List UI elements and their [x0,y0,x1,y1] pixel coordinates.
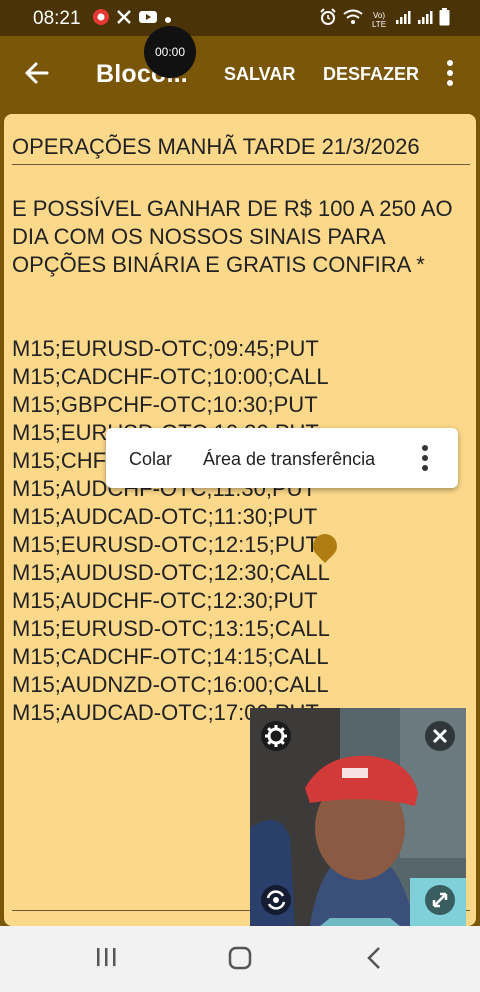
battery-icon [439,8,450,31]
signal-line[interactable]: M15;AUDCAD-OTC;11:30;PUT [12,504,317,530]
alarm-icon [319,8,337,31]
home-icon[interactable] [228,946,252,975]
undo-button[interactable]: DESFAZER [323,64,419,85]
note-intro-line[interactable]: OPÇÕES BINÁRIA E GRATIS CONFIRA * [12,252,425,278]
note-intro-line[interactable]: E POSSÍVEL GANHAR DE R$ 100 A 250 AO [12,196,453,222]
signal-line[interactable]: M15;GBPCHF-OTC;10:30;PUT [12,392,318,418]
signal-line[interactable]: M15;AUDUSD-OTC;12:30;CALL [12,560,330,586]
signal-line[interactable]: M15;EURUSD-OTC;13:15;CALL [12,616,330,642]
settings-gear-icon[interactable] [260,720,292,757]
note-intro-line[interactable]: DIA COM OS NOSSOS SINAIS PARA [12,224,386,250]
signal-line[interactable]: M15;EURUSD-OTC;12:15;PUT [12,532,319,558]
back-nav-icon[interactable] [366,946,382,975]
signal-icon [395,9,411,30]
menu-more-icon[interactable] [420,444,430,477]
status-time: 08:21 [33,8,81,29]
signal-icon-2 [417,9,433,30]
status-right-icons: Vo) LTE [319,8,450,31]
signal-line[interactable]: M15;AUDNZD-OTC;16:00;CALL [12,672,329,698]
text-context-menu: Colar Área de transferência [106,428,458,488]
close-icon[interactable] [424,720,456,757]
note-title[interactable]: OPERAÇÕES MANHÃ TARDE 21/3/2026 [12,134,420,160]
volte-label: Vo) LTE [371,10,387,29]
x-app-icon [116,9,132,30]
back-arrow-icon[interactable] [22,58,52,93]
title-divider [12,164,470,165]
save-button[interactable]: SALVAR [224,64,295,85]
recording-timer[interactable]: 00:00 [144,26,196,78]
app-bar: Bloco... SALVAR DESFAZER [0,36,480,112]
video-preview-pip[interactable] [250,708,466,926]
expand-icon[interactable] [424,884,456,921]
screen-recorder-icon [92,8,110,31]
signal-line[interactable]: M15;AUDCHF-OTC;12:30;PUT [12,588,318,614]
wifi-icon [343,9,363,30]
more-options-icon[interactable] [442,59,458,92]
signal-line[interactable]: M15;CADCHF-OTC;10:00;CALL [12,364,329,390]
paste-menu-item[interactable]: Colar [129,449,172,470]
system-navigation-bar [0,926,480,992]
recent-apps-icon[interactable] [94,946,118,973]
youtube-icon [138,9,158,30]
camera-rotate-icon[interactable] [260,884,292,921]
signal-line[interactable]: M15;CADCHF-OTC;14:15;CALL [12,644,329,670]
clipboard-menu-item[interactable]: Área de transferência [203,449,375,470]
status-bar: 08:21 Vo) LTE [0,0,480,36]
signal-line[interactable]: M15;EURUSD-OTC;09:45;PUT [12,336,319,362]
